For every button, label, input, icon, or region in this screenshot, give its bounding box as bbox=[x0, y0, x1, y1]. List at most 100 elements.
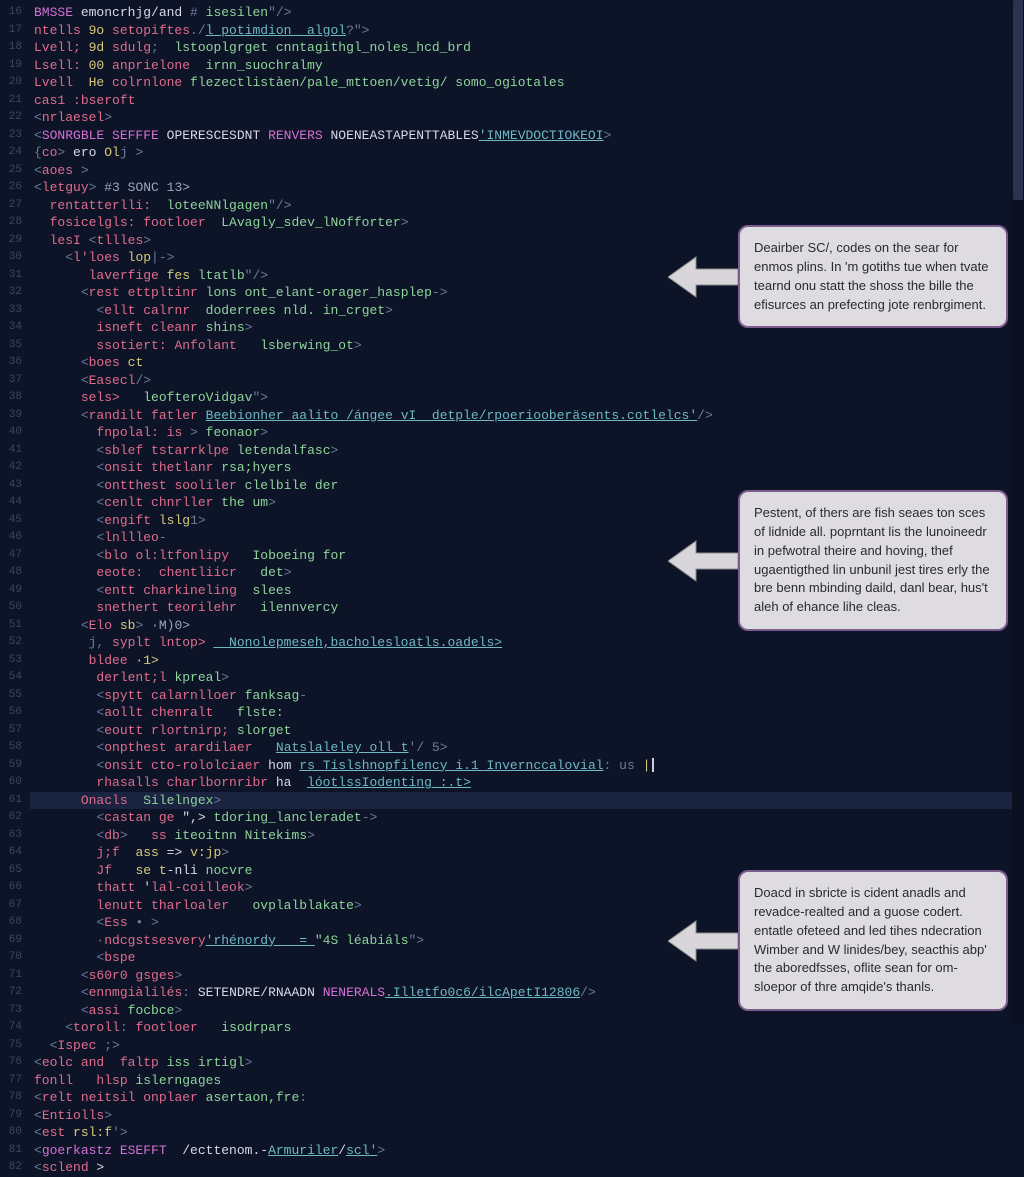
code-line[interactable]: <onpthest arardilaer Natslaleley oll t'/… bbox=[34, 739, 1024, 757]
line-number: 67 bbox=[0, 897, 22, 915]
code-line[interactable]: Lsell: 00 anprielone irnn_suochralmy bbox=[34, 57, 1024, 75]
code-line[interactable]: derlent;l kpreal> bbox=[34, 669, 1024, 687]
code-line[interactable]: <relt neitsil onplaer asertaon,fre: bbox=[34, 1089, 1024, 1107]
line-number: 37 bbox=[0, 372, 22, 390]
line-number: 79 bbox=[0, 1107, 22, 1125]
code-line[interactable]: fonll hlsp islerngages bbox=[34, 1072, 1024, 1090]
line-number: 82 bbox=[0, 1159, 22, 1177]
line-number: 55 bbox=[0, 687, 22, 705]
code-line[interactable]: cas1 :bseroft bbox=[34, 92, 1024, 110]
code-line[interactable]: <onsit cto-rololciaer hom rs Tislshnopfi… bbox=[34, 757, 1024, 775]
line-number: 69 bbox=[0, 932, 22, 950]
code-line[interactable]: j, syplt lntop> Nonolepmeseh,bacholesloa… bbox=[34, 634, 1024, 652]
line-number: 59 bbox=[0, 757, 22, 775]
code-line[interactable]: <castan ge ",> tdoring_lancleradet-> bbox=[34, 809, 1024, 827]
line-number: 53 bbox=[0, 652, 22, 670]
line-number: 68 bbox=[0, 914, 22, 932]
line-number: 23 bbox=[0, 127, 22, 145]
code-line[interactable]: <boes ct bbox=[34, 354, 1024, 372]
line-number: 42 bbox=[0, 459, 22, 477]
line-number: 16 bbox=[0, 4, 22, 22]
code-line[interactable]: <toroll: footloer isodrpars bbox=[34, 1019, 1024, 1037]
line-number: 18 bbox=[0, 39, 22, 57]
line-number: 34 bbox=[0, 319, 22, 337]
code-line[interactable]: Lvell He colrnlone flezectlistàen/pale_m… bbox=[34, 74, 1024, 92]
line-number: 36 bbox=[0, 354, 22, 372]
code-line[interactable]: <db> ss iteoitnn Nitekims> bbox=[34, 827, 1024, 845]
code-line[interactable]: bldee ·1> bbox=[34, 652, 1024, 670]
line-number: 54 bbox=[0, 669, 22, 687]
code-line[interactable]: <aollt chenralt flste: bbox=[34, 704, 1024, 722]
line-number: 56 bbox=[0, 704, 22, 722]
line-number: 66 bbox=[0, 879, 22, 897]
line-number-gutter: 1617181920212223242526272829303132333435… bbox=[0, 0, 30, 1024]
code-line[interactable]: <letguy> #3 SONC 13> bbox=[34, 179, 1024, 197]
code-line[interactable]: ssotiert: Anfolant lsberwing_ot> bbox=[34, 337, 1024, 355]
code-line[interactable]: <spytt calarnlloer fanksag- bbox=[34, 687, 1024, 705]
annotation-text: Doacd in sbricte is cident anadls and re… bbox=[738, 870, 1008, 1011]
line-number: 58 bbox=[0, 739, 22, 757]
line-number: 62 bbox=[0, 809, 22, 827]
line-number: 57 bbox=[0, 722, 22, 740]
code-line[interactable]: sels> leofteroVidgav"> bbox=[34, 389, 1024, 407]
scrollbar-track[interactable] bbox=[1012, 0, 1024, 1024]
line-number: 44 bbox=[0, 494, 22, 512]
code-line[interactable]: <onsit thetlanr rsa;hyers bbox=[34, 459, 1024, 477]
code-line[interactable]: <Entiolls> bbox=[34, 1107, 1024, 1125]
line-number: 28 bbox=[0, 214, 22, 232]
code-line[interactable]: <goerkastz ESEFFT /ecttenom.-Armuriler/s… bbox=[34, 1142, 1024, 1160]
code-line[interactable]: {co> ero Olj > bbox=[34, 144, 1024, 162]
annotation-text: Deairber SC/, codes on the sear for enmo… bbox=[738, 225, 1008, 328]
line-number: 30 bbox=[0, 249, 22, 267]
code-line[interactable]: <SONRGBLE SEFFFE OPERESCESDNT RENVERS NO… bbox=[34, 127, 1024, 145]
arrow-left-icon bbox=[668, 247, 738, 307]
line-number: 60 bbox=[0, 774, 22, 792]
line-number: 48 bbox=[0, 564, 22, 582]
line-number: 72 bbox=[0, 984, 22, 1002]
line-number: 64 bbox=[0, 844, 22, 862]
code-line[interactable]: <aoes > bbox=[34, 162, 1024, 180]
line-number: 17 bbox=[0, 22, 22, 40]
code-line[interactable]: <randilt fatler Beebionher_aalito /ángee… bbox=[34, 407, 1024, 425]
code-line[interactable]: <eoutt rlortnirp; slorget bbox=[34, 722, 1024, 740]
scrollbar-thumb[interactable] bbox=[1013, 0, 1023, 200]
code-line[interactable]: <sblef tstarrklpe letendalfasc> bbox=[34, 442, 1024, 460]
line-number: 20 bbox=[0, 74, 22, 92]
line-number: 46 bbox=[0, 529, 22, 547]
code-line[interactable]: Lvell; 9d sdulg; lstooplgrget cnntagithg… bbox=[34, 39, 1024, 57]
code-line[interactable]: <sclend > bbox=[34, 1159, 1024, 1177]
line-number: 78 bbox=[0, 1089, 22, 1107]
line-number: 24 bbox=[0, 144, 22, 162]
line-number: 25 bbox=[0, 162, 22, 180]
code-line[interactable]: rentatterlli: loteeNNlgagen"/> bbox=[34, 197, 1024, 215]
code-line[interactable]: <Ispec ;> bbox=[34, 1037, 1024, 1055]
line-number: 27 bbox=[0, 197, 22, 215]
line-number: 41 bbox=[0, 442, 22, 460]
line-number: 63 bbox=[0, 827, 22, 845]
line-number: 43 bbox=[0, 477, 22, 495]
line-number: 51 bbox=[0, 617, 22, 635]
code-line[interactable]: BMSSE emoncrhjg/and # isesilen"/> bbox=[34, 4, 1024, 22]
annotation-callout: Deairber SC/, codes on the sear for enmo… bbox=[668, 225, 1008, 328]
line-number: 52 bbox=[0, 634, 22, 652]
line-number: 70 bbox=[0, 949, 22, 967]
line-number: 19 bbox=[0, 57, 22, 75]
arrow-left-icon bbox=[668, 531, 738, 591]
code-line[interactable]: <Easecl/> bbox=[34, 372, 1024, 390]
line-number: 77 bbox=[0, 1072, 22, 1090]
line-number: 81 bbox=[0, 1142, 22, 1160]
code-line[interactable]: fnpolal: is > feonaor> bbox=[34, 424, 1024, 442]
code-line[interactable]: j;f ass => v:jp> bbox=[34, 844, 1024, 862]
code-line[interactable]: ntells 9o setopiftes./l_potimdion__algol… bbox=[34, 22, 1024, 40]
code-line[interactable]: <nrlaesel> bbox=[34, 109, 1024, 127]
code-line[interactable]: rhasalls charlbornribr ha lóotlssIodenti… bbox=[34, 774, 1024, 792]
code-line[interactable]: Onacls Silelngex> bbox=[30, 792, 1024, 810]
arrow-left-icon bbox=[668, 911, 738, 971]
code-line[interactable]: <eolc and faltp iss irtigl> bbox=[34, 1054, 1024, 1072]
line-number: 61 bbox=[0, 792, 22, 810]
line-number: 31 bbox=[0, 267, 22, 285]
line-number: 47 bbox=[0, 547, 22, 565]
code-line[interactable]: <est rsl:f'> bbox=[34, 1124, 1024, 1142]
line-number: 32 bbox=[0, 284, 22, 302]
line-number: 49 bbox=[0, 582, 22, 600]
